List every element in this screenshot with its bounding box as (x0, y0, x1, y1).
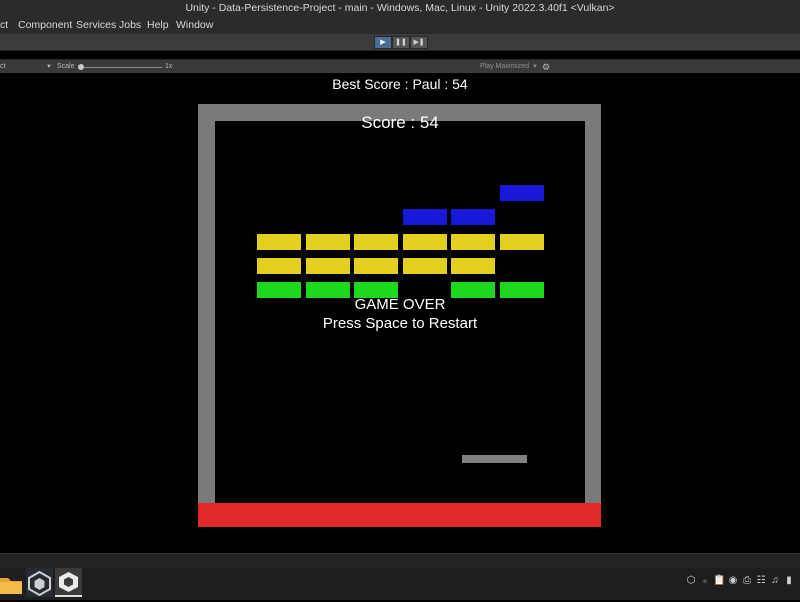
brick-yellow (403, 234, 447, 250)
death-zone-floor (198, 503, 601, 527)
restart-hint-text: Press Space to Restart (322, 315, 478, 332)
menu-item-services[interactable]: Services (76, 17, 116, 33)
taskbar: ⬡ ⁎ 📋 ◉ ⎙ ☷ ♫ ▮ (0, 567, 800, 600)
pause-button[interactable]: ❚❚ (392, 36, 410, 49)
brick-yellow (354, 258, 398, 274)
battery-icon[interactable]: ▮ (783, 575, 795, 586)
brick-yellow (257, 258, 301, 274)
game-view[interactable]: Best Score : Paul : 54 Score : 54 GAME O… (0, 73, 800, 553)
brick-yellow (354, 234, 398, 250)
scale-slider-track[interactable] (80, 67, 162, 68)
play-mode-dropdown-arrow-icon[interactable]: ▼ (532, 60, 538, 74)
play-maximized-toggle[interactable]: Play Maximized (480, 60, 529, 74)
printer-icon[interactable]: ⎙ (741, 575, 753, 586)
play-button[interactable]: ▶ (374, 36, 392, 49)
menu-item-project[interactable]: ct (0, 17, 8, 33)
brick-yellow (306, 258, 350, 274)
play-toolbar: ▶ ❚❚ ▶❚ (0, 34, 800, 51)
step-button[interactable]: ▶❚ (410, 36, 428, 49)
scale-label: Scale (57, 63, 75, 70)
brick-blue (500, 185, 544, 201)
system-tray: ⬡ ⁎ 📋 ◉ ⎙ ☷ ♫ ▮ (685, 575, 800, 591)
brick-blue (451, 209, 495, 225)
left-wall (198, 104, 215, 504)
score-text: Score : 54 (361, 113, 439, 132)
brick-yellow (451, 234, 495, 250)
game-view-toolbar: ct ▼ Scale 1x Play Maximized ▼ ⚙ (0, 59, 800, 74)
step-icon: ▶❚ (413, 39, 425, 46)
menu-item-jobs[interactable]: Jobs (119, 17, 141, 33)
brick-yellow (451, 258, 495, 274)
unity-editor-icon[interactable] (55, 568, 82, 597)
brick-yellow (306, 234, 350, 250)
scale-slider-handle[interactable] (78, 64, 84, 70)
editor-status-bar (0, 553, 800, 568)
brick-yellow (403, 258, 447, 274)
steam-icon[interactable]: ◉ (727, 575, 739, 586)
play-icon: ▶ (380, 39, 386, 46)
menu-item-help[interactable]: Help (147, 17, 169, 33)
display-dropdown[interactable]: ct (0, 60, 5, 74)
menu-item-window[interactable]: Window (176, 17, 213, 33)
unity-hub-icon[interactable] (26, 568, 53, 597)
paddle (462, 455, 527, 463)
music-icon[interactable]: ♫ (769, 575, 781, 586)
game-over-text: GAME OVER (354, 296, 446, 313)
display-dropdown-arrow-icon[interactable]: ▼ (46, 60, 52, 74)
brick-yellow (257, 234, 301, 250)
brick-green (500, 282, 544, 298)
network-icon[interactable]: ☷ (755, 575, 767, 586)
menu-bar: ct Component Services Jobs Help Window (0, 17, 800, 34)
folder-icon[interactable] (0, 568, 27, 597)
brick-green (257, 282, 301, 298)
best-score-text: Best Score : Paul : 54 (332, 76, 468, 92)
pause-icon: ❚❚ (395, 39, 407, 46)
right-wall (585, 104, 601, 504)
gear-icon[interactable]: ⚙ (542, 60, 550, 74)
brick-yellow (500, 234, 544, 250)
clipboard-icon[interactable]: 📋 (713, 575, 725, 586)
menu-item-component[interactable]: Component (18, 17, 72, 33)
scale-value: 1x (165, 63, 173, 70)
unity-tray-icon[interactable]: ⬡ (685, 575, 697, 586)
window-title: Unity - Data-Persistence-Project - main … (0, 0, 800, 17)
bluetooth-icon[interactable]: ⁎ (699, 575, 711, 586)
brick-blue (403, 209, 447, 225)
